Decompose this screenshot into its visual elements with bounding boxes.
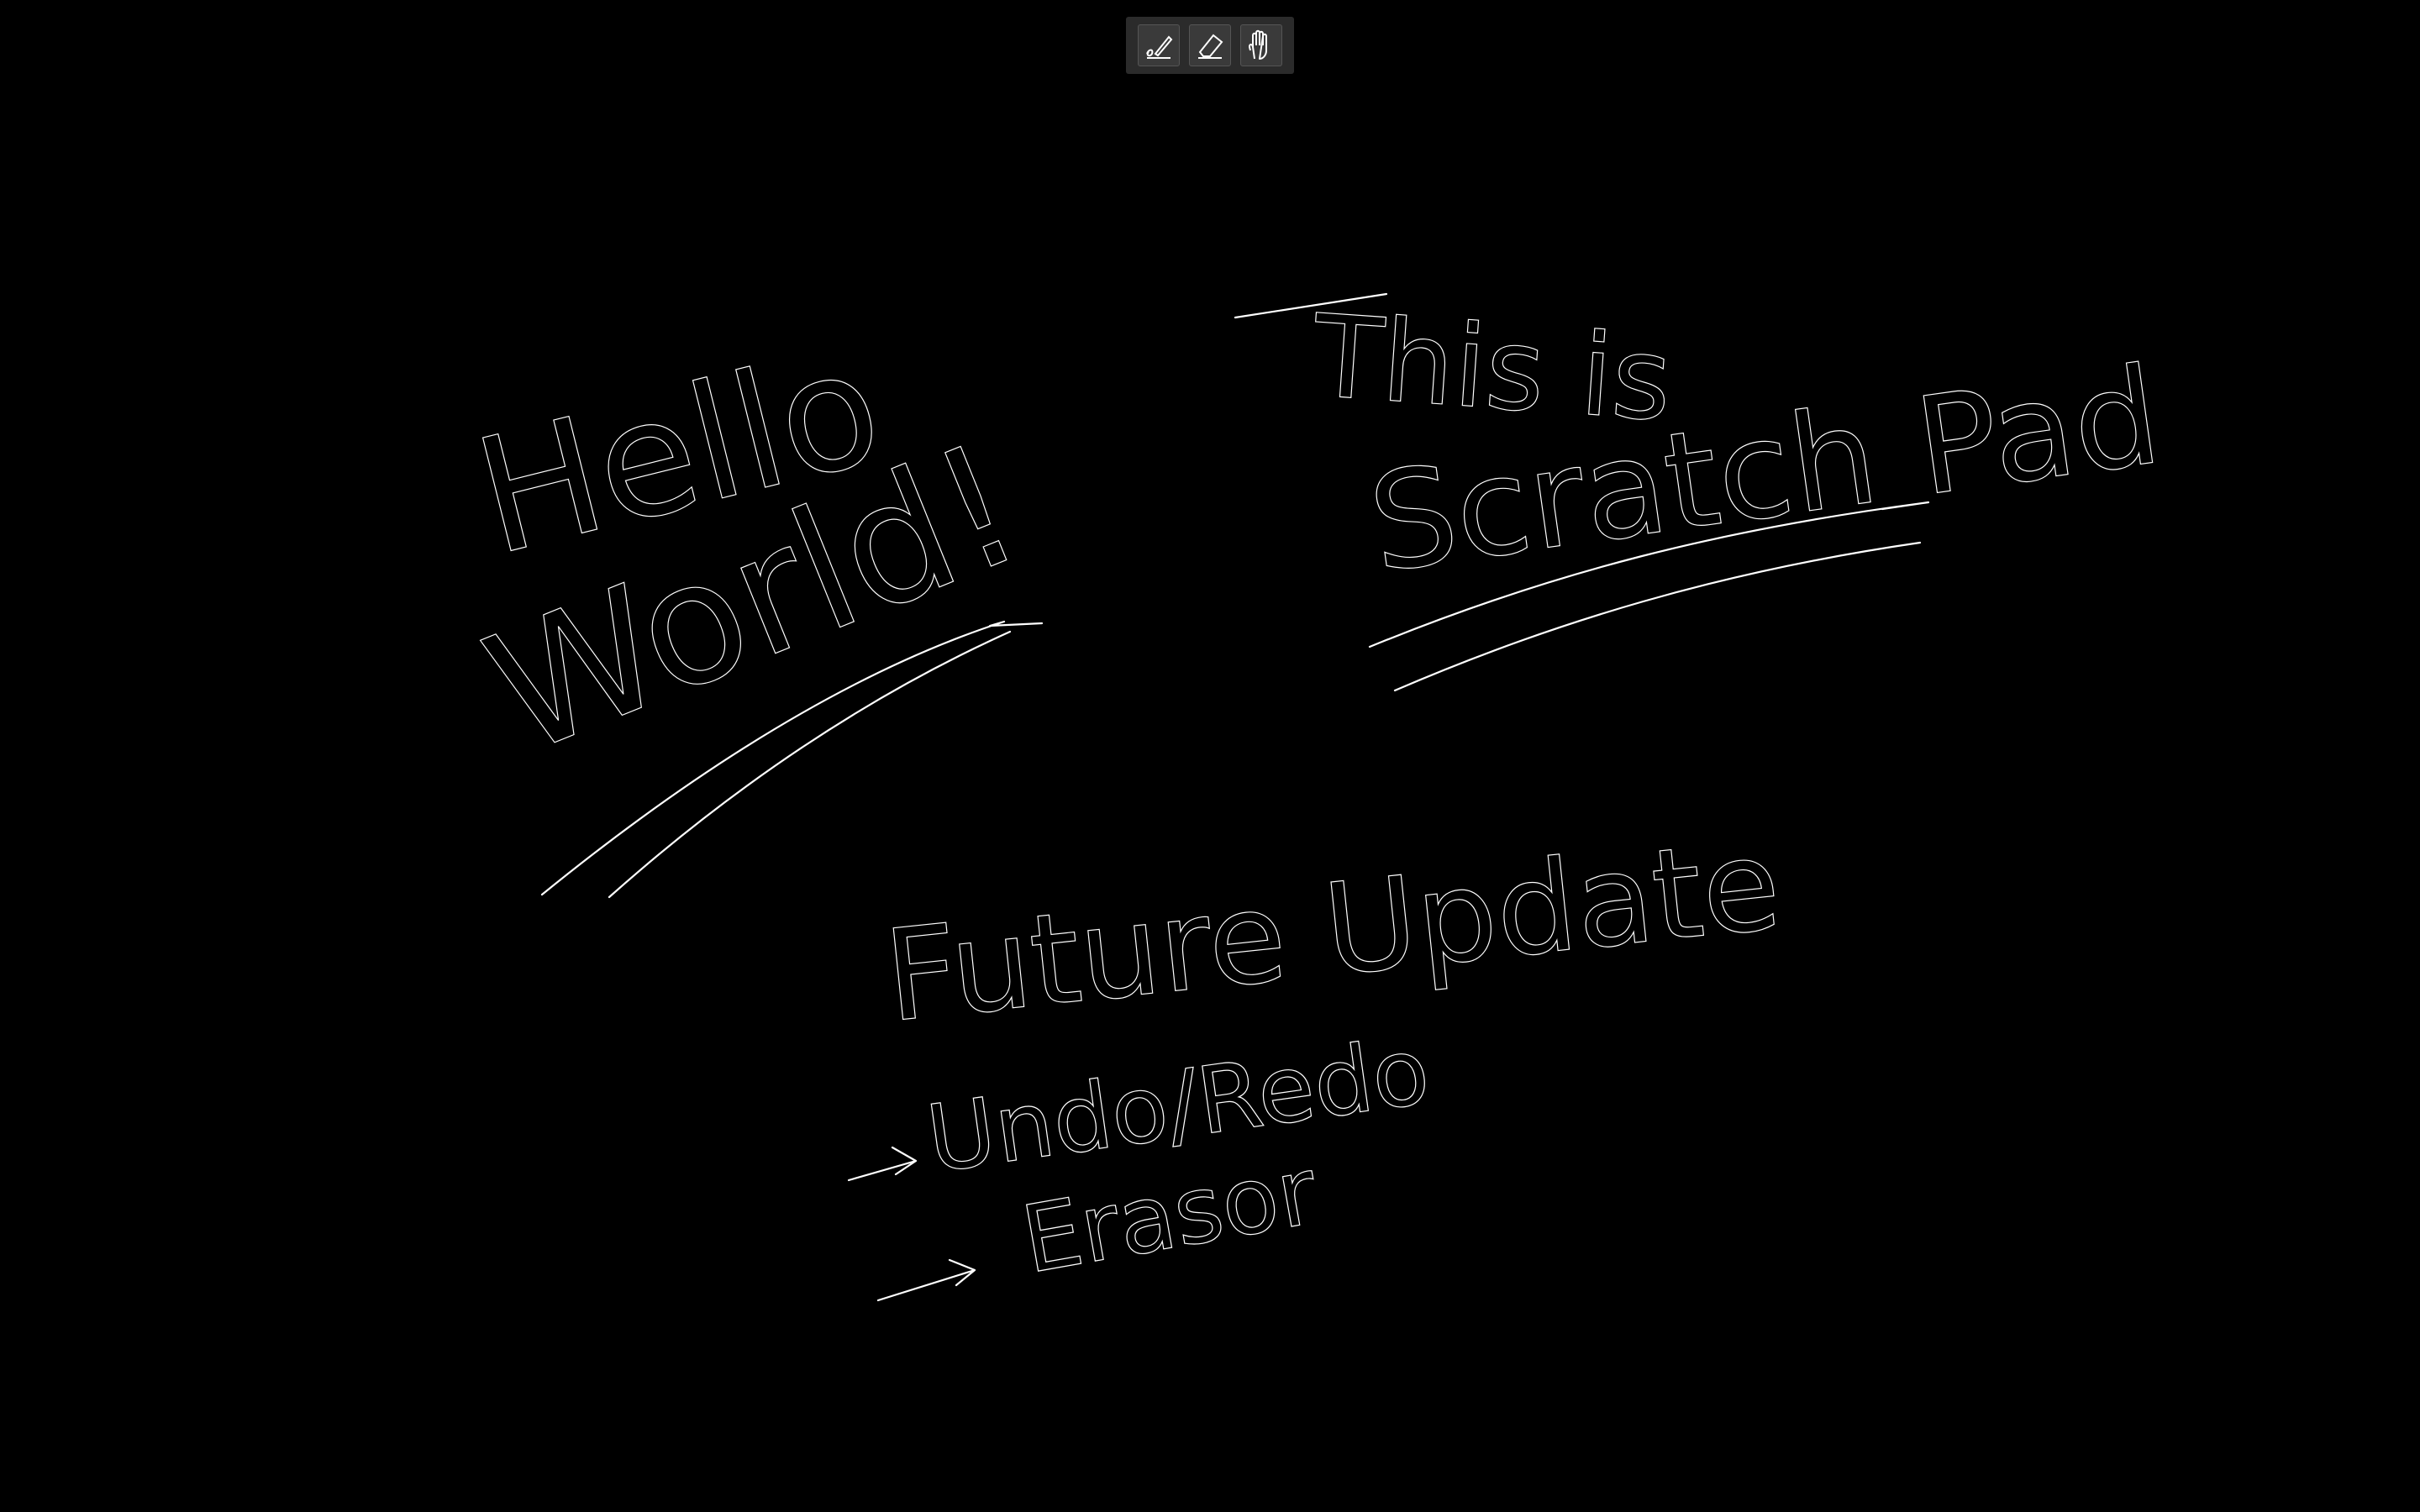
ink-layer: Hello World! This is Scratch Pad Future … (460, 290, 2170, 1302)
underline-stroke-4 (1393, 541, 1922, 692)
handwritten-undo-redo: Undo/Redo (921, 1016, 1436, 1193)
pen-icon (1142, 29, 1176, 62)
eraser-icon (1193, 29, 1227, 62)
drawing-canvas[interactable]: Hello World! This is Scratch Pad Future … (0, 0, 2420, 1512)
handwritten-future-update: Future Update (879, 811, 1787, 1051)
underline-stroke-3 (1368, 501, 1930, 648)
pan-tool-button[interactable] (1240, 24, 1283, 66)
hand-icon (1244, 29, 1278, 62)
handwritten-scratch-pad: Scratch Pad (1360, 337, 2169, 603)
underline-stroke-1 (540, 620, 1044, 896)
eraser-tool-button[interactable] (1188, 24, 1231, 66)
handwritten-erasor: Erasor (1014, 1137, 1325, 1294)
handwritten-this-is: This is (1308, 290, 1676, 446)
pen-tool-button[interactable] (1137, 24, 1180, 66)
arrow-stroke-1 (847, 1146, 918, 1182)
underline-stroke-2 (608, 630, 1012, 899)
handwritten-hello: Hello (460, 313, 897, 591)
t-crossbar-stroke (1234, 292, 1388, 319)
handwritten-world: World! (463, 407, 1045, 794)
tool-palette (1126, 17, 1294, 74)
arrow-stroke-2 (876, 1258, 976, 1302)
